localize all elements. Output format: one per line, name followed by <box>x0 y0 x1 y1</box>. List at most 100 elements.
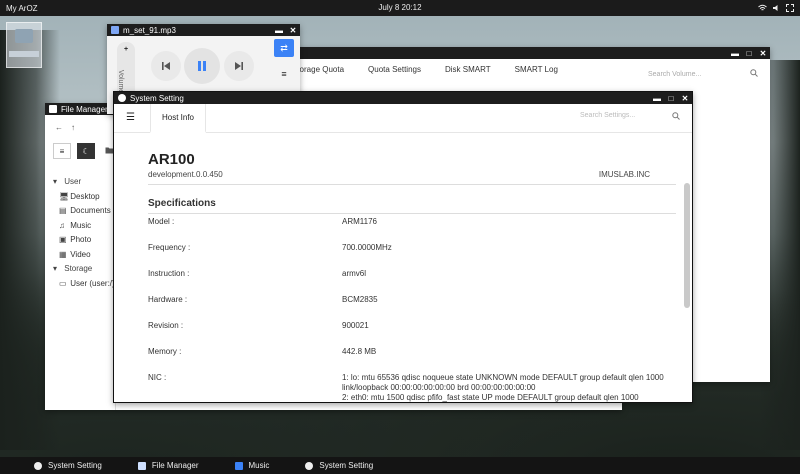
pause-button[interactable] <box>184 48 220 84</box>
repeat-icon[interactable]: ⇄ <box>274 39 294 57</box>
volume-icon[interactable] <box>772 4 780 12</box>
clock: July 8 20:12 <box>378 3 422 12</box>
taskbar: System Setting File Manager Music System… <box>0 457 800 474</box>
system-setting-window: System Setting ▬ □ ✕ ☰ Host Info Search … <box>113 91 693 403</box>
task-label: Music <box>248 461 270 470</box>
list-view-icon[interactable]: ≡ <box>53 143 71 159</box>
previous-track-button[interactable] <box>151 51 181 81</box>
menu-icon[interactable]: ☰ <box>126 112 135 123</box>
vendor-name: IMUSLAB.INC <box>598 170 650 179</box>
tree-item-user-drive[interactable]: ▭ User (user:/) <box>53 277 115 292</box>
settings-gear-icon <box>305 461 314 470</box>
folder-tree: ▾ User 🖥 Desktop ▤ Documents ♫ Music ▣ P… <box>53 175 115 291</box>
volume-up-icon[interactable]: + <box>117 46 135 53</box>
photo-icon: ▣ <box>59 235 67 244</box>
spec-value-model: ARM1176 <box>342 217 377 226</box>
close-icon[interactable]: ✕ <box>678 94 692 103</box>
settings-gear-icon <box>34 461 42 470</box>
tree-item-video[interactable]: ▦ Video <box>53 248 115 263</box>
spec-value-hardware: BCM2835 <box>342 295 378 304</box>
tree-item-music[interactable]: ♫ Music <box>53 219 115 234</box>
spec-value-instruction: armv6l <box>342 269 367 278</box>
specifications-heading: Specifications <box>148 198 216 209</box>
volume-label: Volume <box>117 69 125 94</box>
playlist-icon[interactable]: ≡ <box>274 65 294 83</box>
brand-label[interactable]: My ArOZ <box>6 4 38 13</box>
tree-item-documents[interactable]: ▤ Documents <box>53 204 115 219</box>
file-manager-icon <box>137 461 146 470</box>
music-side-controls: ⇄ ≡ <box>274 39 294 91</box>
spec-value-revision: 900021 <box>342 321 369 330</box>
tree-item-desktop[interactable]: 🖥 Desktop <box>53 190 115 205</box>
system-tray <box>758 4 794 12</box>
spec-value-nic-line3: 2: eth0: mtu 1500 qdisc pfifo_fast state… <box>342 393 639 402</box>
desktop-file-icon[interactable] <box>6 22 42 68</box>
search-icon[interactable] <box>750 69 758 79</box>
minimize-icon[interactable]: ▬ <box>272 26 286 35</box>
task-music[interactable]: Music <box>234 461 270 470</box>
search-input[interactable]: Search Volume... <box>648 71 750 78</box>
task-label: File Manager <box>151 461 199 470</box>
tree-group-user[interactable]: ▾ User <box>53 175 115 190</box>
task-system-setting-2[interactable]: System Setting <box>305 461 373 470</box>
host-info-content: AR100 development.0.0.450 IMUSLAB.INC Sp… <box>114 133 692 402</box>
music-app-icon <box>111 26 119 34</box>
drive-icon: ▭ <box>59 278 67 288</box>
maximize-icon[interactable]: □ <box>664 94 678 103</box>
file-manager-sidebar: ← ↑ ≡ ☾ ▾ User 🖥 Desktop ▤ Documents ♫ M… <box>45 115 116 410</box>
next-track-button[interactable] <box>224 51 254 81</box>
tab-quota-settings[interactable]: Quota Settings <box>368 65 421 74</box>
spec-key-memory: Memory : <box>148 347 182 356</box>
view-buttons: ≡ ☾ <box>53 143 117 159</box>
up-icon[interactable]: ↑ <box>71 123 75 132</box>
spec-key-instruction: Instruction : <box>148 269 190 278</box>
storage-search[interactable]: Search Volume... <box>648 67 758 81</box>
settings-gear-icon <box>118 94 126 102</box>
spec-key-revision: Revision : <box>148 321 184 330</box>
search-icon[interactable] <box>672 112 680 122</box>
divider <box>148 184 676 185</box>
task-label: System Setting <box>48 461 102 470</box>
task-file-manager[interactable]: File Manager <box>137 461 199 470</box>
system-setting-titlebar[interactable]: System Setting ▬ □ ✕ <box>114 92 692 104</box>
settings-search-input[interactable]: Search Settings... <box>580 112 672 122</box>
tree-item-photo[interactable]: ▣ Photo <box>53 233 115 248</box>
window-title: m_set_91.mp3 <box>123 25 176 35</box>
storage-tabs: Storage Quota Quota Settings Disk SMART … <box>292 65 558 74</box>
back-icon[interactable]: ← <box>55 123 63 132</box>
tab-disk-smart[interactable]: Disk SMART <box>445 65 491 74</box>
spec-value-frequency: 700.0000MHz <box>342 243 392 252</box>
spec-value-memory: 442.8 MB <box>342 347 377 356</box>
fullscreen-icon[interactable] <box>786 4 794 12</box>
music-titlebar[interactable]: m_set_91.mp3 ▬ ✕ <box>107 24 300 36</box>
desktop-icon: 🖥 <box>59 191 70 201</box>
nav-buttons: ← ↑ <box>55 123 75 132</box>
minimize-icon[interactable]: ▬ <box>728 49 742 58</box>
top-bar: My ArOZ July 8 20:12 <box>0 0 800 16</box>
scrollbar[interactable] <box>684 183 690 308</box>
spec-value-nic-line2: link/loopback 00:00:00:00:00:00 brd 00:0… <box>342 383 536 392</box>
caret-down-icon: ▾ <box>53 264 58 273</box>
dark-mode-icon[interactable]: ☾ <box>77 143 95 159</box>
spec-key-hardware: Hardware : <box>148 295 188 304</box>
settings-search[interactable]: Search Settings... <box>580 112 680 122</box>
spec-key-frequency: Frequency : <box>148 243 191 252</box>
window-title: System Setting <box>130 93 184 103</box>
host-name: AR100 <box>148 151 195 168</box>
spec-value-nic: 1: lo: mtu 65536 qdisc noqueue state UNK… <box>342 373 664 382</box>
close-icon[interactable]: ✕ <box>756 49 770 58</box>
music-icon <box>234 461 243 470</box>
music-icon: ♫ <box>59 220 65 230</box>
tab-smart-log[interactable]: SMART Log <box>515 65 558 74</box>
tab-host-info[interactable]: Host Info <box>150 104 206 133</box>
spec-key-nic: NIC : <box>148 373 167 382</box>
task-system-setting[interactable]: System Setting <box>34 461 102 470</box>
close-icon[interactable]: ✕ <box>286 26 300 35</box>
wifi-icon[interactable] <box>758 4 767 12</box>
maximize-icon[interactable]: □ <box>742 49 756 58</box>
tree-group-storage[interactable]: ▾ Storage <box>53 262 115 277</box>
file-thumbnail <box>15 29 33 43</box>
minimize-icon[interactable]: ▬ <box>650 94 664 103</box>
file-label-bar <box>9 51 39 57</box>
settings-header: ☰ Host Info Search Settings... <box>114 104 692 133</box>
